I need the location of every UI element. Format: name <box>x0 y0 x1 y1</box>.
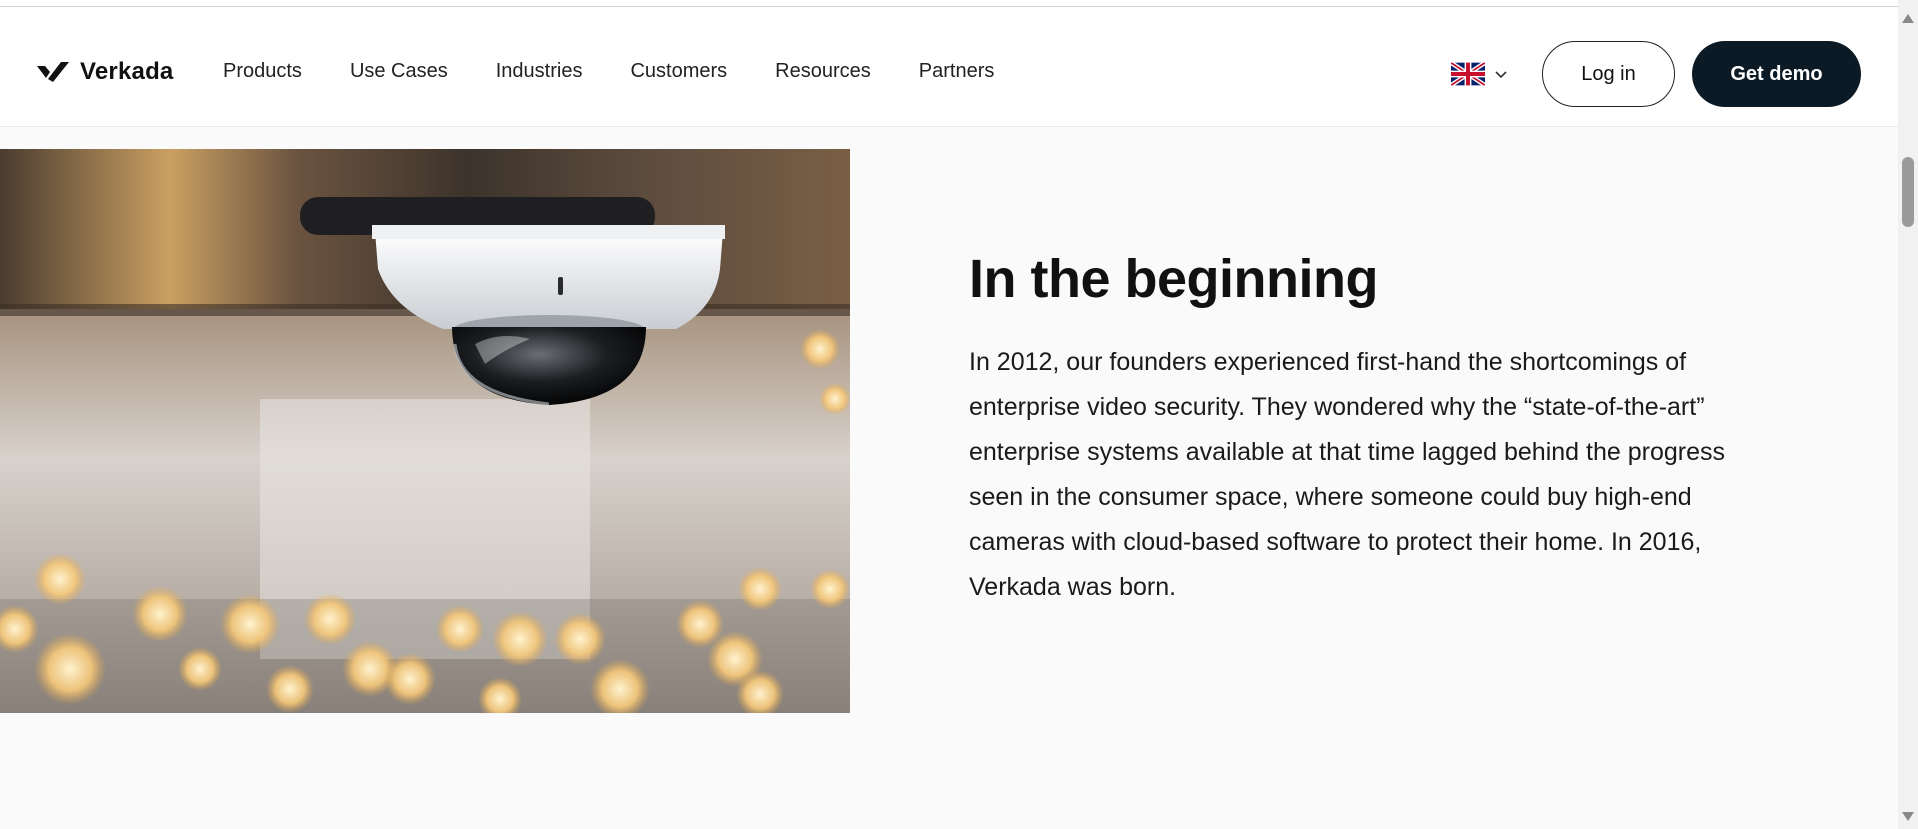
brand-name: Verkada <box>80 58 174 85</box>
site-header: Verkada Products Use Cases Industries Cu… <box>0 7 1898 127</box>
section-body-text: In 2012, our founders experienced first-… <box>969 348 1725 601</box>
language-selector[interactable] <box>1451 62 1509 86</box>
scroll-down-arrow-icon[interactable] <box>1902 812 1914 821</box>
browser-top-edge <box>0 0 1898 7</box>
nav-item-customers[interactable]: Customers <box>630 60 727 83</box>
vertical-scrollbar[interactable] <box>1898 0 1918 829</box>
scrollbar-thumb[interactable] <box>1902 157 1914 227</box>
security-camera-photo <box>0 149 850 713</box>
brand-logo[interactable]: Verkada <box>36 55 173 89</box>
scroll-up-arrow-icon[interactable] <box>1902 14 1914 23</box>
login-button[interactable]: Log in <box>1542 41 1675 107</box>
nav-item-partners[interactable]: Partners <box>919 60 995 83</box>
nav-item-resources[interactable]: Resources <box>775 60 871 83</box>
main-nav: Products Use Cases Industries Customers … <box>223 60 994 83</box>
get-demo-button[interactable]: Get demo <box>1692 41 1861 107</box>
nav-item-products[interactable]: Products <box>223 60 302 83</box>
nav-item-industries[interactable]: Industries <box>496 60 583 83</box>
chevron-down-icon <box>1495 71 1507 79</box>
section-heading: In the beginning <box>969 249 1378 309</box>
uk-flag-icon <box>1451 62 1485 86</box>
nav-item-use-cases[interactable]: Use Cases <box>350 60 448 83</box>
verkada-logo-icon <box>37 62 69 82</box>
